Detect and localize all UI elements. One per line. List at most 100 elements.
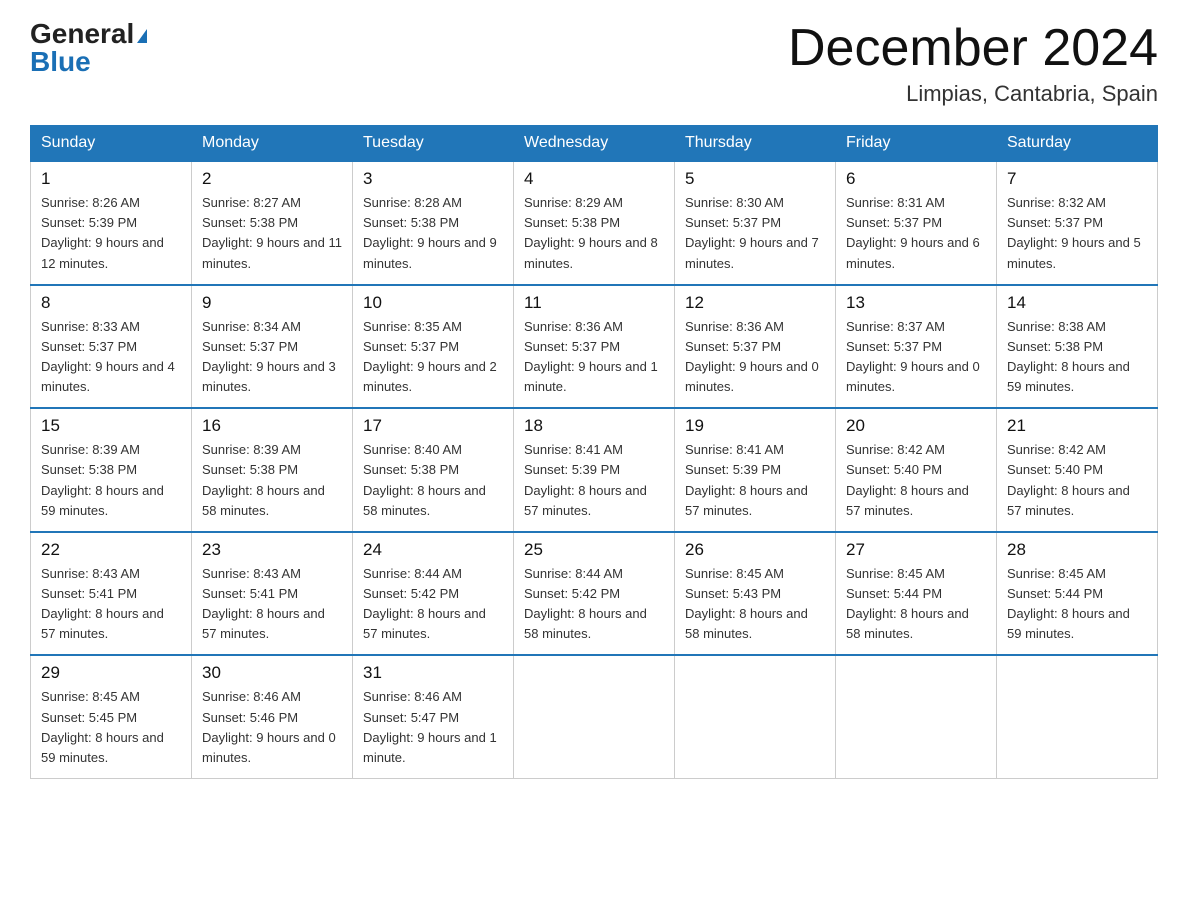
col-sunday: Sunday: [31, 126, 192, 162]
table-row: 31 Sunrise: 8:46 AM Sunset: 5:47 PM Dayl…: [353, 655, 514, 778]
table-row: 12 Sunrise: 8:36 AM Sunset: 5:37 PM Dayl…: [675, 285, 836, 409]
table-row: [997, 655, 1158, 778]
page-header: General Blue December 2024 Limpias, Cant…: [30, 20, 1158, 107]
day-number: 12: [685, 293, 825, 313]
day-info: Sunrise: 8:39 AM Sunset: 5:38 PM Dayligh…: [41, 440, 181, 521]
col-monday: Monday: [192, 126, 353, 162]
day-number: 14: [1007, 293, 1147, 313]
day-info: Sunrise: 8:36 AM Sunset: 5:37 PM Dayligh…: [685, 317, 825, 398]
day-info: Sunrise: 8:45 AM Sunset: 5:44 PM Dayligh…: [1007, 564, 1147, 645]
day-number: 27: [846, 540, 986, 560]
month-title: December 2024: [788, 20, 1158, 77]
day-number: 15: [41, 416, 181, 436]
table-row: 22 Sunrise: 8:43 AM Sunset: 5:41 PM Dayl…: [31, 532, 192, 656]
day-info: Sunrise: 8:28 AM Sunset: 5:38 PM Dayligh…: [363, 193, 503, 274]
day-number: 4: [524, 169, 664, 189]
table-row: 27 Sunrise: 8:45 AM Sunset: 5:44 PM Dayl…: [836, 532, 997, 656]
calendar-week-row: 1 Sunrise: 8:26 AM Sunset: 5:39 PM Dayli…: [31, 161, 1158, 285]
logo: General Blue: [30, 20, 147, 76]
table-row: 24 Sunrise: 8:44 AM Sunset: 5:42 PM Dayl…: [353, 532, 514, 656]
day-number: 8: [41, 293, 181, 313]
day-info: Sunrise: 8:45 AM Sunset: 5:43 PM Dayligh…: [685, 564, 825, 645]
day-info: Sunrise: 8:45 AM Sunset: 5:45 PM Dayligh…: [41, 687, 181, 768]
day-number: 10: [363, 293, 503, 313]
day-number: 19: [685, 416, 825, 436]
day-info: Sunrise: 8:45 AM Sunset: 5:44 PM Dayligh…: [846, 564, 986, 645]
table-row: 1 Sunrise: 8:26 AM Sunset: 5:39 PM Dayli…: [31, 161, 192, 285]
day-number: 11: [524, 293, 664, 313]
day-info: Sunrise: 8:26 AM Sunset: 5:39 PM Dayligh…: [41, 193, 181, 274]
calendar-week-row: 15 Sunrise: 8:39 AM Sunset: 5:38 PM Dayl…: [31, 408, 1158, 532]
table-row: 28 Sunrise: 8:45 AM Sunset: 5:44 PM Dayl…: [997, 532, 1158, 656]
day-number: 2: [202, 169, 342, 189]
table-row: 3 Sunrise: 8:28 AM Sunset: 5:38 PM Dayli…: [353, 161, 514, 285]
table-row: 8 Sunrise: 8:33 AM Sunset: 5:37 PM Dayli…: [31, 285, 192, 409]
day-info: Sunrise: 8:34 AM Sunset: 5:37 PM Dayligh…: [202, 317, 342, 398]
day-info: Sunrise: 8:30 AM Sunset: 5:37 PM Dayligh…: [685, 193, 825, 274]
col-thursday: Thursday: [675, 126, 836, 162]
day-number: 25: [524, 540, 664, 560]
table-row: 9 Sunrise: 8:34 AM Sunset: 5:37 PM Dayli…: [192, 285, 353, 409]
day-info: Sunrise: 8:37 AM Sunset: 5:37 PM Dayligh…: [846, 317, 986, 398]
day-info: Sunrise: 8:36 AM Sunset: 5:37 PM Dayligh…: [524, 317, 664, 398]
day-info: Sunrise: 8:35 AM Sunset: 5:37 PM Dayligh…: [363, 317, 503, 398]
day-info: Sunrise: 8:43 AM Sunset: 5:41 PM Dayligh…: [41, 564, 181, 645]
day-info: Sunrise: 8:39 AM Sunset: 5:38 PM Dayligh…: [202, 440, 342, 521]
day-number: 3: [363, 169, 503, 189]
location-subtitle: Limpias, Cantabria, Spain: [788, 81, 1158, 107]
table-row: 30 Sunrise: 8:46 AM Sunset: 5:46 PM Dayl…: [192, 655, 353, 778]
day-info: Sunrise: 8:44 AM Sunset: 5:42 PM Dayligh…: [363, 564, 503, 645]
table-row: 6 Sunrise: 8:31 AM Sunset: 5:37 PM Dayli…: [836, 161, 997, 285]
day-info: Sunrise: 8:29 AM Sunset: 5:38 PM Dayligh…: [524, 193, 664, 274]
day-number: 30: [202, 663, 342, 683]
day-info: Sunrise: 8:38 AM Sunset: 5:38 PM Dayligh…: [1007, 317, 1147, 398]
table-row: 14 Sunrise: 8:38 AM Sunset: 5:38 PM Dayl…: [997, 285, 1158, 409]
day-info: Sunrise: 8:42 AM Sunset: 5:40 PM Dayligh…: [846, 440, 986, 521]
table-row: [675, 655, 836, 778]
calendar-table: Sunday Monday Tuesday Wednesday Thursday…: [30, 125, 1158, 779]
day-number: 21: [1007, 416, 1147, 436]
day-info: Sunrise: 8:46 AM Sunset: 5:47 PM Dayligh…: [363, 687, 503, 768]
table-row: 19 Sunrise: 8:41 AM Sunset: 5:39 PM Dayl…: [675, 408, 836, 532]
calendar-week-row: 22 Sunrise: 8:43 AM Sunset: 5:41 PM Dayl…: [31, 532, 1158, 656]
table-row: 26 Sunrise: 8:45 AM Sunset: 5:43 PM Dayl…: [675, 532, 836, 656]
day-number: 18: [524, 416, 664, 436]
day-number: 24: [363, 540, 503, 560]
calendar-week-row: 8 Sunrise: 8:33 AM Sunset: 5:37 PM Dayli…: [31, 285, 1158, 409]
day-number: 28: [1007, 540, 1147, 560]
day-number: 20: [846, 416, 986, 436]
table-row: 17 Sunrise: 8:40 AM Sunset: 5:38 PM Dayl…: [353, 408, 514, 532]
day-info: Sunrise: 8:44 AM Sunset: 5:42 PM Dayligh…: [524, 564, 664, 645]
day-number: 9: [202, 293, 342, 313]
logo-text-line1: General: [30, 20, 147, 48]
table-row: 20 Sunrise: 8:42 AM Sunset: 5:40 PM Dayl…: [836, 408, 997, 532]
table-row: 29 Sunrise: 8:45 AM Sunset: 5:45 PM Dayl…: [31, 655, 192, 778]
day-number: 22: [41, 540, 181, 560]
day-info: Sunrise: 8:40 AM Sunset: 5:38 PM Dayligh…: [363, 440, 503, 521]
title-block: December 2024 Limpias, Cantabria, Spain: [788, 20, 1158, 107]
day-number: 23: [202, 540, 342, 560]
table-row: 7 Sunrise: 8:32 AM Sunset: 5:37 PM Dayli…: [997, 161, 1158, 285]
day-number: 17: [363, 416, 503, 436]
day-info: Sunrise: 8:27 AM Sunset: 5:38 PM Dayligh…: [202, 193, 342, 274]
day-info: Sunrise: 8:32 AM Sunset: 5:37 PM Dayligh…: [1007, 193, 1147, 274]
calendar-week-row: 29 Sunrise: 8:45 AM Sunset: 5:45 PM Dayl…: [31, 655, 1158, 778]
day-number: 26: [685, 540, 825, 560]
day-number: 16: [202, 416, 342, 436]
table-row: 18 Sunrise: 8:41 AM Sunset: 5:39 PM Dayl…: [514, 408, 675, 532]
day-number: 7: [1007, 169, 1147, 189]
day-number: 31: [363, 663, 503, 683]
day-info: Sunrise: 8:33 AM Sunset: 5:37 PM Dayligh…: [41, 317, 181, 398]
col-wednesday: Wednesday: [514, 126, 675, 162]
day-info: Sunrise: 8:42 AM Sunset: 5:40 PM Dayligh…: [1007, 440, 1147, 521]
logo-triangle-icon: [137, 29, 147, 43]
table-row: 23 Sunrise: 8:43 AM Sunset: 5:41 PM Dayl…: [192, 532, 353, 656]
table-row: 13 Sunrise: 8:37 AM Sunset: 5:37 PM Dayl…: [836, 285, 997, 409]
day-number: 5: [685, 169, 825, 189]
col-saturday: Saturday: [997, 126, 1158, 162]
logo-text-line2: Blue: [30, 48, 91, 76]
table-row: [514, 655, 675, 778]
table-row: 2 Sunrise: 8:27 AM Sunset: 5:38 PM Dayli…: [192, 161, 353, 285]
day-info: Sunrise: 8:41 AM Sunset: 5:39 PM Dayligh…: [524, 440, 664, 521]
day-number: 13: [846, 293, 986, 313]
